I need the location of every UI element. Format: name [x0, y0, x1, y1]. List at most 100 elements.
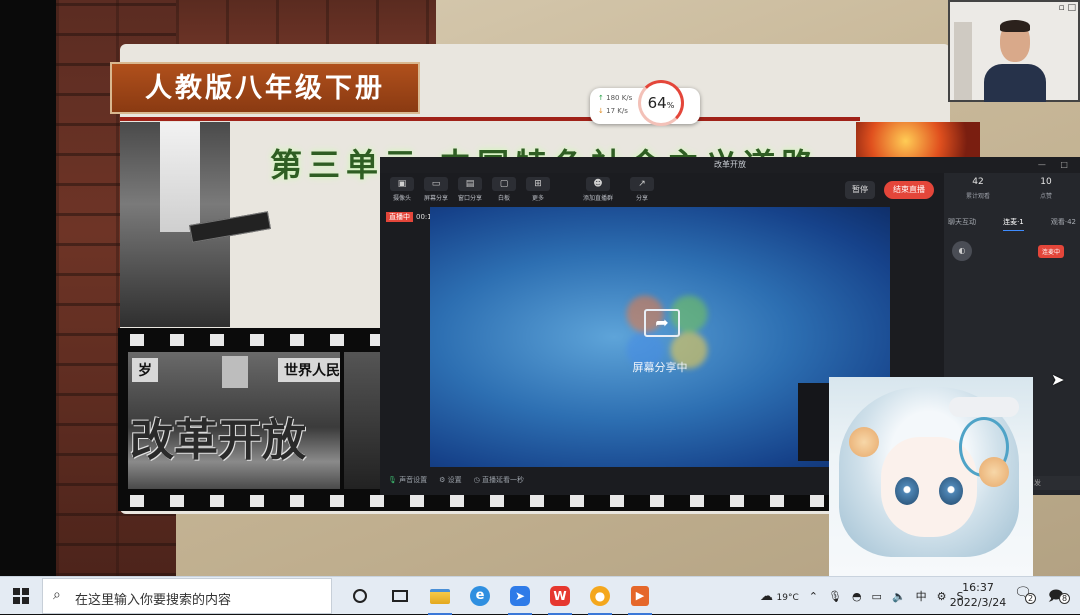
tool-window-share[interactable]: ▤ 窗口分享	[456, 177, 484, 207]
weather-widget[interactable]: ☁ 19°C	[760, 589, 799, 604]
screen-share-status-text: 屏幕分享中	[632, 361, 688, 374]
webcam-person	[984, 20, 1046, 102]
live-bottom-bar: 🎙 声音设置 ⚙ 设置 ◷ 直播延看一秒	[388, 475, 524, 485]
desktop: 人教版八年级下册 第三单元 中国特色社会主义道路 岁 世界人民 改革开放 ▫ □…	[0, 0, 1080, 576]
cortana-button[interactable]	[340, 577, 380, 615]
tool-whiteboard-label: 白板	[497, 195, 510, 202]
tool-more[interactable]: ⊞ 更多	[524, 177, 552, 207]
chat-tray-button[interactable]: 🗨 2	[1014, 585, 1036, 604]
stat-likes-value: 10	[1040, 177, 1052, 187]
window-share-icon: ▤	[458, 177, 482, 191]
task-view-button[interactable]	[380, 577, 420, 615]
businessman-shirt	[160, 122, 200, 232]
chat-input[interactable]: 发	[1030, 476, 1080, 490]
mic-link-tag: 连麦中	[1038, 245, 1065, 258]
feishu-icon: ➤	[510, 586, 530, 606]
anime-left-eye	[895, 477, 919, 505]
film-frame-reform: 岁 世界人民 改革开放	[128, 352, 340, 489]
edge-button[interactable]: e	[460, 577, 500, 615]
anime-avatar-image	[829, 377, 1033, 576]
file-explorer-button[interactable]	[420, 577, 460, 615]
tool-camera[interactable]: ▣ 摄像头	[388, 177, 416, 207]
ime-indicator[interactable]: 中	[916, 588, 927, 604]
feishu-button[interactable]: ➤	[500, 577, 540, 615]
windows-logo-icon	[13, 588, 29, 604]
whiteboard-icon: ▢	[492, 177, 516, 191]
film-banner-right: 世界人民	[278, 358, 340, 382]
volume-icon[interactable]: 🔈	[892, 590, 906, 603]
orange-app-button[interactable]: ▶	[620, 577, 660, 615]
film-banner-left: 岁	[132, 358, 158, 382]
weather-temp: 19°C	[776, 592, 799, 603]
wps-button[interactable]: W	[540, 577, 580, 615]
delay-button[interactable]: ◷ 直播延看一秒	[474, 475, 524, 485]
stat-likes: 10 点赞	[1012, 177, 1080, 200]
textbook-title: 人教版八年级下册	[145, 73, 385, 104]
taskbar-clock[interactable]: 16:37 2022/3/24	[948, 580, 1008, 610]
tool-screen-share-label: 屏幕分享	[423, 195, 448, 202]
gauge-unit: %	[666, 101, 675, 110]
film-reform-text: 改革开放	[130, 415, 306, 466]
screen-share-status-icon: ➦	[644, 309, 680, 337]
cortana-icon	[353, 589, 367, 603]
clock-date: 2022/3/24	[949, 596, 1007, 609]
notification-center-button[interactable]: 🗩 8	[1048, 585, 1070, 609]
webcam-preview[interactable]: ▫ □	[948, 0, 1080, 102]
left-black-bar	[0, 0, 56, 576]
tab-chat[interactable]: 聊天互动	[948, 217, 976, 231]
settings-button[interactable]: ⚙ 设置	[439, 475, 462, 485]
film-portrait	[222, 356, 248, 388]
tray-expand-icon[interactable]: ⌃	[809, 590, 818, 603]
side-tabs: 聊天互动 连麦·1 观看·42	[944, 217, 1080, 231]
flame-image	[856, 122, 980, 160]
gear-icon: ⚙	[439, 476, 446, 484]
microphone-tray-icon[interactable]: 🎙	[828, 590, 842, 603]
network-icon[interactable]: ◓	[852, 590, 862, 603]
anime-right-eye	[939, 477, 963, 505]
tool-whiteboard[interactable]: ▢ 白板	[490, 177, 518, 207]
system-tray: ☁ 19°C ⌃ 🎙 ◓ ▭ 🔈 中 ⚙ S	[760, 577, 964, 615]
tool-add-group[interactable]: ☻ 添加直播群	[580, 177, 616, 202]
person-suit	[984, 64, 1046, 102]
taskbar: ⌕ 在这里输入你要搜索的内容 e ➤ W ● ▶ ☁ 19°C ⌃ 🎙 ◓ ▭ …	[0, 576, 1080, 615]
media-app-icon: ▶	[631, 586, 649, 606]
live-toolbar-secondary: ☻ 添加直播群 ↗ 分享	[580, 177, 660, 202]
tab-viewers[interactable]: 观看·42	[1051, 217, 1076, 231]
display-icon[interactable]: ▭	[872, 590, 882, 603]
textbook-title-banner: 人教版八年级下册	[110, 62, 420, 114]
stat-likes-label: 点赞	[1039, 193, 1052, 200]
tool-share[interactable]: ↗ 分享	[624, 177, 660, 202]
download-arrow-icon: ↓	[598, 107, 604, 115]
end-live-button[interactable]: 结束直播	[884, 181, 934, 199]
avatar[interactable]: ◐	[952, 241, 972, 261]
upload-arrow-icon: ↑	[598, 94, 604, 102]
start-button[interactable]	[0, 577, 42, 615]
pause-button[interactable]: 暂停	[845, 181, 875, 199]
live-window-controls[interactable]: — □	[1038, 160, 1074, 169]
edge-icon: e	[470, 586, 490, 606]
webcam-window-controls[interactable]: ▫ □	[1059, 3, 1076, 13]
anime-ribbon	[949, 397, 1019, 417]
yellow-app-button[interactable]: ●	[580, 577, 620, 615]
memory-usage-gauge[interactable]: 64%	[638, 80, 684, 126]
anime-ornament	[849, 427, 879, 457]
audio-settings-button[interactable]: 🎙 声音设置	[388, 475, 427, 485]
tab-mic-link[interactable]: 连麦·1	[1003, 217, 1024, 231]
tool-screen-share[interactable]: ▭ 屏幕分享	[422, 177, 450, 207]
gauge-percent: 64	[647, 94, 667, 112]
share-icon: ↗	[630, 177, 654, 191]
microphone-icon: 🎙	[388, 476, 397, 484]
film-holes-bottom	[118, 495, 838, 507]
taskbar-apps: e ➤ W ● ▶	[340, 577, 660, 615]
webcam-background-shelf	[954, 22, 972, 100]
tool-camera-label: 摄像头	[392, 195, 411, 202]
taskbar-search[interactable]: ⌕ 在这里输入你要搜索的内容	[42, 578, 332, 614]
anime-ornament-2	[979, 457, 1009, 487]
tool-window-share-label: 窗口分享	[457, 195, 482, 202]
task-view-icon	[392, 590, 408, 602]
delay-label: 直播延看一秒	[481, 476, 524, 484]
chat-count-badge: 2	[1025, 593, 1036, 604]
ime-tool-icon[interactable]: ⚙	[937, 590, 947, 603]
download-speed-value: 17 K/s	[606, 107, 628, 115]
live-toolbar: ▣ 摄像头 ▭ 屏幕分享 ▤ 窗口分享 ▢ 白板 ⊞ 更多	[388, 177, 552, 207]
